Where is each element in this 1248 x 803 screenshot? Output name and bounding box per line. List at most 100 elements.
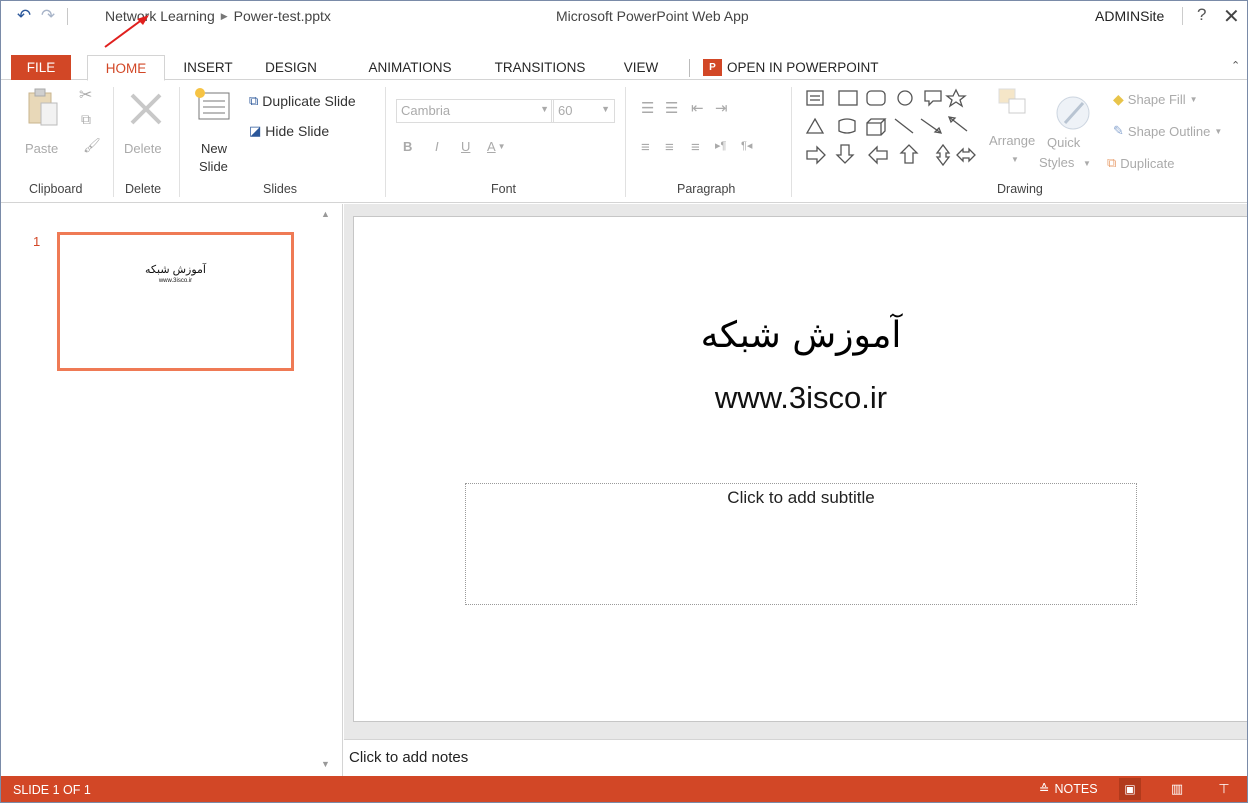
scroll-down-icon[interactable]: ▼ — [321, 759, 330, 769]
slide-thumbnail[interactable]: آموزش شبکه www.3isco.ir — [57, 232, 294, 371]
ribbon-tabs: FILE HOME INSERT DESIGN ANIMATIONS TRANS… — [1, 55, 1247, 81]
group-separator — [385, 87, 386, 197]
tab-home[interactable]: HOME — [87, 55, 165, 81]
tab-view[interactable]: VIEW — [616, 55, 666, 80]
tab-separator — [689, 59, 690, 77]
new-slide-label-1: New — [201, 141, 228, 156]
hide-slide-icon: ◪ — [249, 123, 262, 138]
shape-outline-button[interactable]: ✎ Shape Outline ▼ — [1113, 123, 1222, 139]
slide-counter: SLIDE 1 OF 1 — [13, 783, 91, 797]
shape-fill-label: Shape Fill — [1127, 92, 1186, 107]
font-size-select[interactable]: 60 ▼ — [551, 99, 615, 123]
quick-styles-button[interactable]: Quick Styles ▼ — [1039, 87, 1101, 170]
tab-transitions[interactable]: TRANSITIONS — [485, 55, 595, 80]
normal-view-icon[interactable]: ▣ — [1119, 778, 1141, 800]
shape-fill-icon: ◆ — [1113, 91, 1124, 107]
powerpoint-icon: P — [703, 59, 722, 76]
delete-group-label: Delete — [125, 182, 162, 196]
breadcrumb-file: Power-test.pptx — [233, 8, 331, 24]
redo-icon[interactable]: ↷ — [37, 5, 59, 27]
chevron-down-icon: ▼ — [1083, 159, 1091, 168]
notes-placeholder: Click to add notes — [349, 749, 469, 766]
bullets-icon[interactable]: ☰ — [641, 99, 654, 117]
shape-fill-button[interactable]: ◆ Shape Fill ▼ — [1113, 91, 1198, 108]
align-right-icon[interactable]: ≡ — [691, 139, 700, 156]
underline-button[interactable]: U — [461, 139, 470, 154]
slide-editor[interactable]: آموزش شبکه www.3isco.ir Click to add sub… — [353, 216, 1247, 722]
reading-view-icon[interactable]: ▥ — [1166, 778, 1188, 800]
breadcrumb-arrow-icon: ▶ — [220, 10, 228, 21]
collapse-ribbon-icon[interactable]: ⌃ — [1231, 59, 1240, 72]
duplicate-shape-icon: ⧉ — [1107, 155, 1117, 170]
quick-styles-label-1: Quick — [1047, 135, 1081, 150]
copy-icon[interactable]: ⧉ — [81, 111, 91, 128]
delete-label: Delete — [124, 141, 162, 156]
hide-slide-button[interactable]: ◪ Hide Slide — [249, 123, 329, 139]
font-group-label: Font — [491, 182, 517, 196]
align-left-icon[interactable]: ≡ — [641, 139, 650, 156]
paste-button[interactable]: Paste — [21, 87, 65, 157]
thumbnail-subtitle: www.3isco.ir — [158, 278, 193, 284]
chevron-down-icon: ▼ — [1189, 95, 1198, 104]
shape-outline-label: Shape Outline — [1127, 123, 1211, 139]
open-in-powerpoint-button[interactable]: P OPEN IN POWERPOINT — [703, 55, 879, 80]
group-separator — [791, 87, 792, 197]
duplicate-slide-label: Duplicate Slide — [262, 93, 356, 109]
user-name[interactable]: ADMINSite — [1095, 8, 1164, 24]
group-separator — [113, 87, 114, 197]
increase-indent-icon[interactable]: ⇥ — [715, 99, 728, 117]
slide-url-text[interactable]: www.3isco.ir — [354, 380, 1247, 416]
app-title: Microsoft PowerPoint Web App — [556, 8, 749, 24]
new-slide-button[interactable]: New Slide — [189, 87, 241, 177]
paragraph-group-label: Paragraph — [677, 182, 736, 196]
font-color-button[interactable]: A ▼ — [487, 139, 506, 154]
thumbnail-title: آموزش شبکه — [145, 264, 206, 276]
paste-label: Paste — [25, 141, 59, 156]
tab-design[interactable]: DESIGN — [251, 55, 331, 80]
ribbon: Paste ✂ ⧉ 🖌 Clipboard Delete Delete New … — [1, 81, 1247, 203]
font-family-select[interactable]: Cambria ▼ — [396, 99, 554, 123]
arrange-button[interactable]: Arrange ▼ — [989, 87, 1041, 167]
cut-icon[interactable]: ✂ — [79, 85, 92, 105]
breadcrumb-folder[interactable]: Network Learning — [105, 8, 215, 24]
decrease-indent-icon[interactable]: ⇤ — [691, 99, 704, 117]
font-size-value: 60 — [558, 103, 573, 118]
title-bar: ↶ ↷ Network Learning ▶ Power-test.pptx M… — [1, 1, 1247, 31]
align-center-icon[interactable]: ≡ — [665, 139, 674, 156]
chevron-down-icon: ▼ — [540, 104, 549, 114]
tab-file[interactable]: FILE — [11, 55, 71, 80]
scroll-up-icon[interactable]: ▲ — [321, 209, 330, 219]
arrange-icon — [998, 88, 1026, 114]
tab-animations[interactable]: ANIMATIONS — [356, 55, 464, 80]
group-separator — [179, 87, 180, 197]
undo-icon[interactable]: ↶ — [13, 5, 35, 27]
shape-outline-icon: ✎ — [1113, 123, 1124, 138]
notes-toggle-button[interactable]: ≙ NOTES — [1039, 781, 1098, 797]
subtitle-placeholder[interactable]: Click to add subtitle — [465, 483, 1137, 605]
shapes-gallery[interactable] — [801, 87, 987, 177]
close-button[interactable]: ✕ — [1223, 4, 1240, 29]
notes-toggle-label: NOTES — [1054, 781, 1098, 796]
drawing-group-label: Drawing — [997, 182, 1043, 196]
notes-icon: ≙ — [1039, 782, 1050, 796]
slide-thumbnail-pane: ▲ 1 آموزش شبکه www.3isco.ir ▼ — [1, 204, 343, 776]
duplicate-slide-button[interactable]: ⧉ Duplicate Slide — [249, 93, 356, 109]
delete-button[interactable]: Delete — [121, 87, 171, 157]
numbering-icon[interactable]: ☰ — [665, 99, 678, 117]
bold-button[interactable]: B — [403, 139, 412, 154]
title-separator — [67, 8, 68, 25]
notes-pane[interactable]: Click to add notes — [344, 739, 1247, 776]
new-slide-label-2: Slide — [199, 159, 228, 174]
tab-insert[interactable]: INSERT — [171, 55, 245, 80]
italic-button[interactable]: I — [435, 139, 439, 154]
format-painter-icon[interactable]: 🖌 — [83, 137, 101, 154]
help-button[interactable]: ? — [1197, 5, 1206, 25]
breadcrumb: Network Learning ▶ Power-test.pptx — [105, 8, 331, 24]
ltr-icon[interactable]: ▸¶ — [715, 139, 726, 152]
duplicate-shape-button[interactable]: ⧉ Duplicate — [1107, 155, 1175, 171]
rtl-icon[interactable]: ¶◂ — [741, 139, 752, 152]
slideshow-icon[interactable]: ⊤ — [1213, 778, 1235, 800]
font-color-label: A — [487, 139, 496, 154]
slide-title[interactable]: آموزش شبکه — [354, 315, 1247, 356]
clipboard-group-label: Clipboard — [29, 182, 83, 196]
